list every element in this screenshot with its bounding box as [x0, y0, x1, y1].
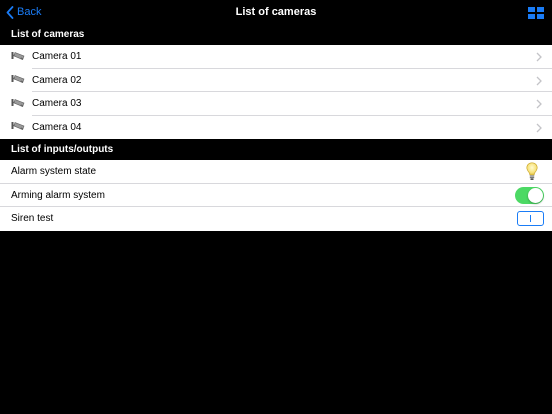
siren-test-button[interactable] — [517, 211, 544, 226]
camera-label: Camera 02 — [32, 74, 82, 86]
io-row-alarm-state: Alarm system state — [0, 160, 552, 184]
camera-icon — [11, 121, 25, 133]
io-section-header: List of inputs/outputs — [0, 139, 552, 160]
lightbulb-icon — [526, 162, 538, 180]
io-label: Siren test — [11, 213, 54, 225]
camera-row-2[interactable]: Camera 02 — [0, 68, 552, 92]
grid-view-icon — [528, 7, 544, 19]
chevron-right-icon — [536, 76, 542, 85]
chevron-right-icon — [536, 123, 542, 132]
page-title: List of cameras — [235, 6, 317, 18]
camera-label: Camera 03 — [32, 98, 82, 110]
camera-row-4[interactable]: Camera 04 — [0, 115, 552, 139]
camera-row-1[interactable]: Camera 01 — [0, 45, 552, 69]
io-row-arming: Arming alarm system — [0, 183, 552, 207]
io-label: Alarm system state — [11, 166, 97, 178]
camera-icon — [11, 51, 25, 63]
toggle-knob — [528, 187, 543, 203]
grid-view-button[interactable] — [528, 6, 544, 19]
io-row-siren: Siren test — [0, 207, 552, 231]
camera-label: Camera 04 — [32, 121, 82, 133]
camera-icon — [11, 98, 25, 110]
button-bar-icon — [530, 215, 531, 222]
camera-label: Camera 01 — [32, 51, 82, 63]
camera-icon — [11, 74, 25, 86]
camera-list: Camera 01 Camera 02 Camera 03 Camera 04 — [0, 45, 552, 139]
camera-row-3[interactable]: Camera 03 — [0, 92, 552, 116]
io-label: Arming alarm system — [11, 189, 105, 201]
navigation-bar: Back List of cameras — [0, 0, 552, 24]
chevron-right-icon — [536, 52, 542, 62]
cameras-section-header: List of cameras — [0, 24, 552, 45]
chevron-right-icon — [536, 99, 542, 109]
arming-toggle[interactable] — [515, 186, 544, 204]
io-list: Alarm system state Arming alarm system S… — [0, 160, 552, 231]
